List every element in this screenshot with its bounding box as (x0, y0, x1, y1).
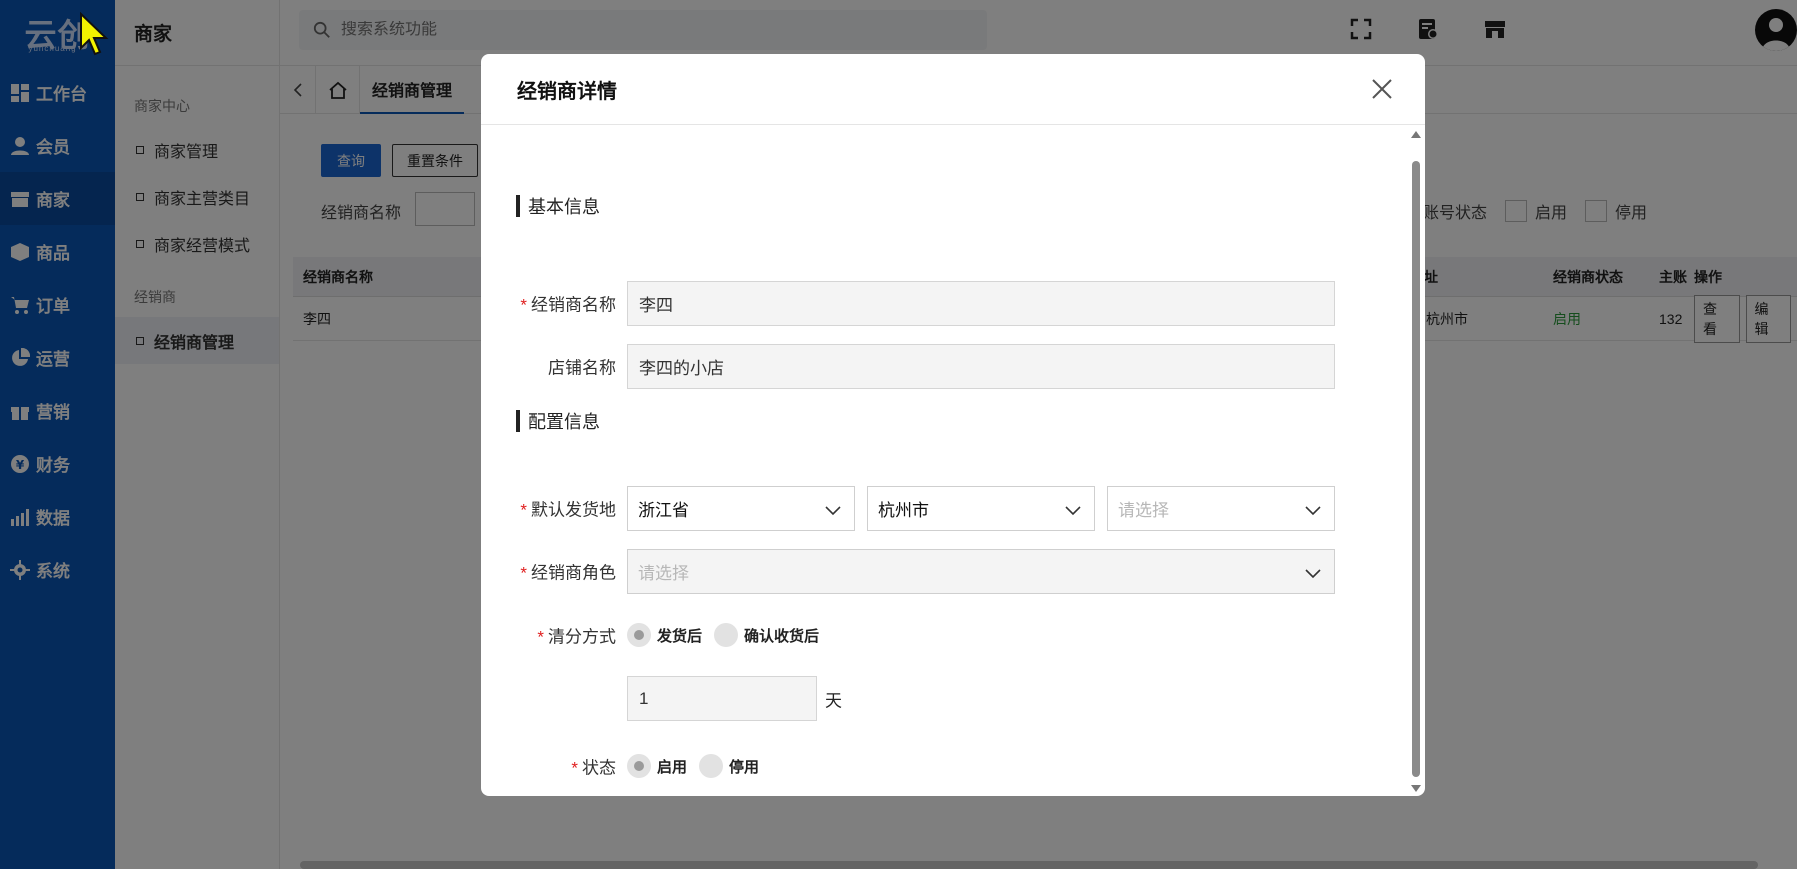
status-disabled-radio[interactable]: 停用 (699, 754, 759, 778)
status-enabled-label: 启用 (657, 758, 688, 776)
modal-body: 基本信息 * 经销商名称 李四 店铺名称 李四的小店 配置信息 * 默认发货地 浙江… (481, 125, 1425, 796)
dealer-role-placeholder: 请选择 (638, 564, 689, 583)
chevron-down-icon (1064, 501, 1082, 519)
status-enabled-radio[interactable]: 启用 (627, 754, 687, 778)
dealer-role-label: * 经销商角色 (520, 563, 616, 583)
days-input[interactable]: 1 (627, 676, 817, 721)
settle-after-receipt-radio[interactable]: 确认收货后 (714, 623, 819, 647)
chevron-down-icon (1304, 501, 1322, 519)
modal-scrollbar[interactable] (1407, 125, 1425, 796)
ship-from-label: * 默认发货地 (520, 500, 616, 520)
district-placeholder: 请选择 (1118, 501, 1169, 520)
settlement-method-radio-group: 发货后 确认收货后 (627, 623, 831, 647)
mouse-cursor-icon (79, 11, 111, 60)
chevron-down-icon (1304, 564, 1322, 582)
days-unit-label: 天 (825, 691, 842, 711)
status-radio-group: 启用 停用 (627, 754, 771, 778)
shop-name-label: 店铺名称 (548, 358, 616, 378)
scroll-up-arrow-icon[interactable] (1411, 131, 1421, 138)
close-icon (1372, 79, 1392, 99)
chevron-down-icon (824, 501, 842, 519)
modal-title: 经销商详情 (517, 80, 617, 103)
section-title-config-info: 配置信息 (516, 408, 600, 434)
settle-after-shipping-label: 发货后 (657, 627, 703, 645)
status-label: * 状态 (571, 758, 616, 778)
dealer-name-field[interactable]: 李四 (627, 281, 1335, 326)
radio-dot (627, 623, 651, 647)
dealer-name-label: * 经销商名称 (520, 295, 616, 315)
section-title-basic-info: 基本信息 (516, 193, 600, 219)
scroll-down-arrow-icon[interactable] (1411, 785, 1421, 792)
district-select[interactable]: 请选择 (1107, 486, 1335, 531)
dealer-role-select[interactable]: 请选择 (627, 549, 1335, 594)
settlement-method-label: * 清分方式 (537, 627, 616, 647)
modal-header: 经销商详情 (481, 54, 1425, 125)
radio-dot (699, 754, 724, 778)
scrollbar-thumb[interactable] (1412, 161, 1420, 777)
city-select[interactable]: 杭州市 (867, 486, 1095, 531)
province-value: 浙江省 (638, 501, 689, 520)
radio-dot (714, 623, 739, 647)
province-select[interactable]: 浙江省 (627, 486, 855, 531)
dealer-detail-modal: 经销商详情 基本信息 * 经销商名称 李四 店铺名称 李四的小店 配置信息 * 默认… (481, 54, 1425, 796)
status-disabled-label: 停用 (729, 758, 760, 776)
settle-after-receipt-label: 确认收货后 (744, 627, 820, 645)
settle-after-shipping-radio[interactable]: 发货后 (627, 623, 702, 647)
city-value: 杭州市 (878, 501, 929, 520)
close-button[interactable] (1369, 76, 1395, 102)
shop-name-field[interactable]: 李四的小店 (627, 344, 1335, 389)
radio-dot (627, 754, 651, 778)
